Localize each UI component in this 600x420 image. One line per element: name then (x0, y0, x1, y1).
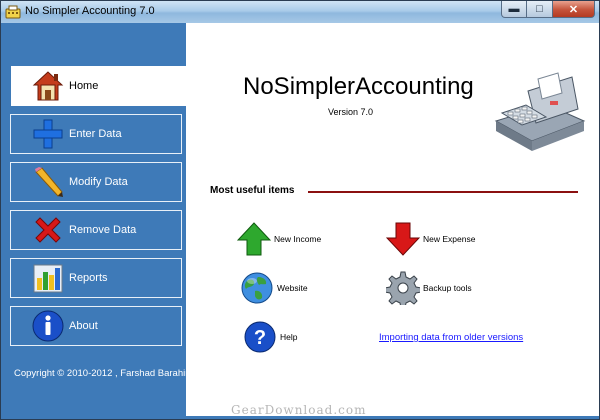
backup-tools-label: Backup tools (423, 283, 472, 293)
website-label: Website (277, 283, 308, 293)
sidebar-item-label: Home (69, 80, 99, 92)
house-icon (31, 69, 65, 103)
section-title: Most useful items (210, 185, 295, 196)
sidebar: Home Enter Data Modify Data Remove Data … (2, 23, 195, 416)
maximize-button[interactable]: □ (527, 1, 553, 18)
plus-icon (31, 117, 65, 151)
app-window: No Simpler Accounting 7.0 ▬ □ ✕ Home Ent… (0, 0, 600, 420)
help-label: Help (280, 332, 298, 342)
new-income-label: New Income (274, 234, 322, 244)
bar-chart-icon (31, 261, 65, 295)
red-down-arrow-icon (385, 221, 421, 257)
cash-register-icon (494, 72, 586, 151)
sidebar-item-label: Modify Data (69, 176, 128, 188)
gear-icon (385, 270, 421, 306)
main-panel: NoSimplerAccounting Version 7.0 Most use… (186, 23, 599, 416)
sidebar-item-reports[interactable]: Reports (10, 258, 182, 298)
app-title: NoSimplerAccounting (243, 73, 474, 100)
sidebar-item-label: Reports (69, 272, 108, 284)
watermark: GearDownload.com (231, 403, 367, 417)
sidebar-item-modify-data[interactable]: Modify Data (10, 162, 182, 202)
svg-text:?: ? (254, 327, 266, 349)
new-income-button[interactable]: New Income (236, 221, 321, 257)
sidebar-item-enter-data[interactable]: Enter Data (10, 114, 182, 154)
new-expense-button[interactable]: New Expense (385, 221, 475, 257)
window-title: No Simpler Accounting 7.0 (25, 5, 155, 17)
sidebar-item-label: Enter Data (69, 128, 122, 140)
sidebar-item-label: Remove Data (69, 224, 137, 236)
pencil-icon (31, 165, 65, 199)
help-button[interactable]: ? Help (242, 319, 297, 355)
backup-tools-button[interactable]: Backup tools (385, 270, 472, 306)
sidebar-item-about[interactable]: About (10, 306, 182, 346)
app-icon (5, 5, 21, 19)
green-up-arrow-icon (236, 221, 272, 257)
new-expense-label: New Expense (423, 234, 476, 244)
window-controls: ▬ □ ✕ (501, 1, 595, 19)
copyright-text: Copyright © 2010-2012 , Farshad Barahimi (14, 368, 196, 379)
help-icon: ? (242, 319, 278, 355)
globe-icon (239, 270, 275, 306)
minimize-button[interactable]: ▬ (501, 1, 527, 18)
website-button[interactable]: Website (239, 270, 308, 306)
close-button[interactable]: ✕ (553, 1, 595, 18)
sidebar-item-home[interactable]: Home (11, 66, 186, 106)
version-label: Version 7.0 (328, 107, 374, 117)
info-icon (31, 309, 65, 343)
red-x-icon (31, 213, 65, 247)
sidebar-item-remove-data[interactable]: Remove Data (10, 210, 182, 250)
import-older-versions-link[interactable]: Importing data from older versions (379, 332, 523, 343)
section-divider (308, 191, 578, 193)
sidebar-item-label: About (69, 320, 98, 332)
title-bar[interactable]: No Simpler Accounting 7.0 ▬ □ ✕ (1, 1, 599, 23)
